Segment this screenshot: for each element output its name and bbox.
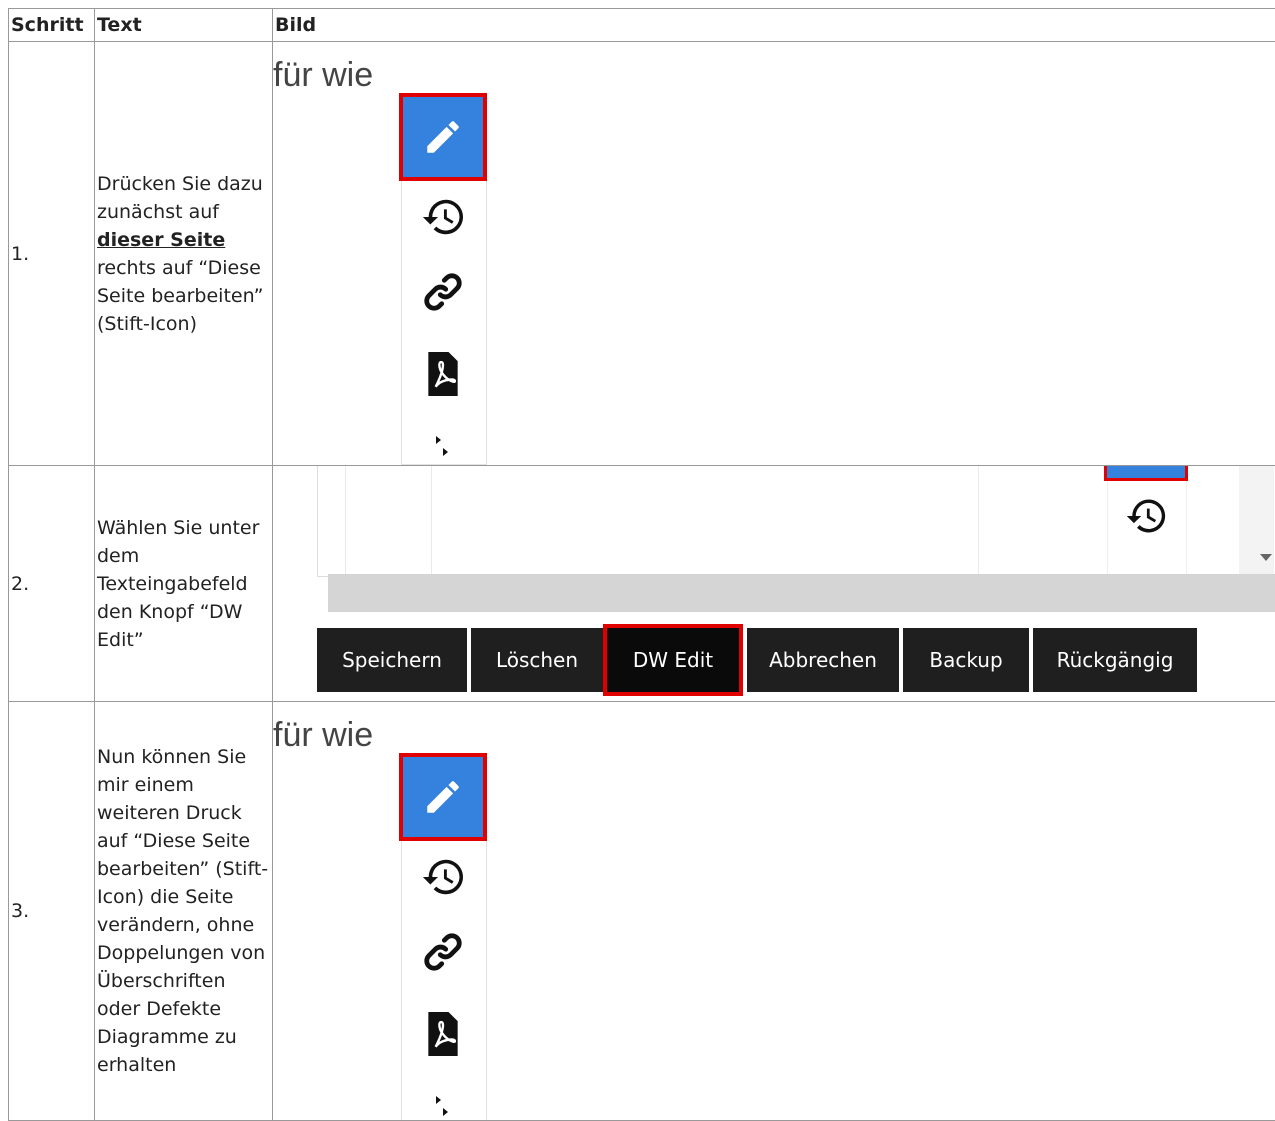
pencil-icon — [427, 121, 459, 153]
more-button[interactable] — [403, 1077, 483, 1120]
editor-gutter-line — [431, 466, 432, 574]
link-icon — [424, 933, 462, 971]
pdf-button[interactable] — [403, 1004, 483, 1064]
header-image: Bild — [272, 8, 1275, 42]
link-button[interactable] — [403, 262, 483, 322]
step-text: Nun können Sie mir einem weiteren Druck … — [94, 701, 273, 1121]
header-text: Text — [94, 8, 273, 42]
more-icon — [436, 436, 448, 456]
pdf-button[interactable] — [403, 344, 483, 404]
edit-page-button[interactable] — [403, 757, 483, 837]
history-button[interactable] — [403, 847, 483, 907]
step-text: Wählen Sie unter dem Texteingabefeld den… — [94, 465, 273, 702]
history-icon — [1126, 499, 1166, 533]
pdf-icon — [428, 352, 458, 396]
history-button[interactable] — [1107, 486, 1185, 546]
backup-button[interactable]: Backup — [903, 628, 1029, 692]
editor-button-row: Speichern Löschen DW Edit Abbrechen Back… — [317, 628, 1201, 692]
save-button[interactable]: Speichern — [317, 628, 467, 692]
this-page-link[interactable]: dieser Seite — [97, 229, 225, 251]
step-number: 2. — [8, 465, 95, 702]
step-image: Speichern Löschen DW Edit Abbrechen Back… — [272, 465, 1275, 702]
pencil-icon — [427, 781, 459, 813]
history-icon — [422, 859, 463, 895]
step-text: Drücken Sie dazu zunächst auf dieser Sei… — [94, 41, 273, 466]
step-number: 3. — [8, 701, 95, 1121]
link-icon — [424, 273, 462, 311]
history-icon — [422, 199, 463, 235]
horizontal-scrollbar[interactable] — [328, 574, 1275, 612]
page-text-fragment: für wie — [273, 56, 374, 94]
edit-page-button[interactable] — [1107, 466, 1185, 478]
delete-button[interactable]: Löschen — [471, 628, 603, 692]
history-button[interactable] — [403, 187, 483, 247]
table-row: 3. Nun können Sie mir einem weiteren Dru… — [8, 701, 1275, 1121]
cancel-button[interactable]: Abbrechen — [747, 628, 899, 692]
link-button[interactable] — [403, 922, 483, 982]
pdf-icon — [428, 1012, 458, 1056]
page-text-fragment: für wie — [273, 716, 374, 754]
editor-gutter-line — [345, 466, 346, 574]
step-image: für wie — [272, 41, 1275, 466]
vertical-scrollbar[interactable] — [1239, 466, 1274, 576]
step-image: für wie — [272, 701, 1275, 1121]
table-row: 2. Wählen Sie unter dem Texteingabefeld … — [8, 465, 1275, 702]
more-button[interactable] — [403, 417, 483, 465]
undo-button[interactable]: Rückgängig — [1033, 628, 1197, 692]
table-row: 1. Drücken Sie dazu zunächst auf dieser … — [8, 41, 1275, 466]
edit-page-button[interactable] — [403, 97, 483, 177]
toolbar-screenshot: für wie — [273, 702, 1275, 1120]
steps-table: Schritt Text Bild 1. Drücken Sie dazu zu… — [8, 8, 1275, 1121]
toolbar-screenshot: für wie — [273, 42, 1275, 465]
more-icon — [436, 1096, 448, 1116]
chevron-down-icon — [1260, 554, 1272, 561]
header-row: Schritt Text Bild — [8, 8, 1275, 42]
editor-gutter-line — [978, 466, 979, 574]
dw-edit-button[interactable]: DW Edit — [607, 628, 739, 692]
header-step: Schritt — [8, 8, 95, 42]
editor-screenshot: Speichern Löschen DW Edit Abbrechen Back… — [273, 466, 1275, 701]
step-number: 1. — [8, 41, 95, 466]
